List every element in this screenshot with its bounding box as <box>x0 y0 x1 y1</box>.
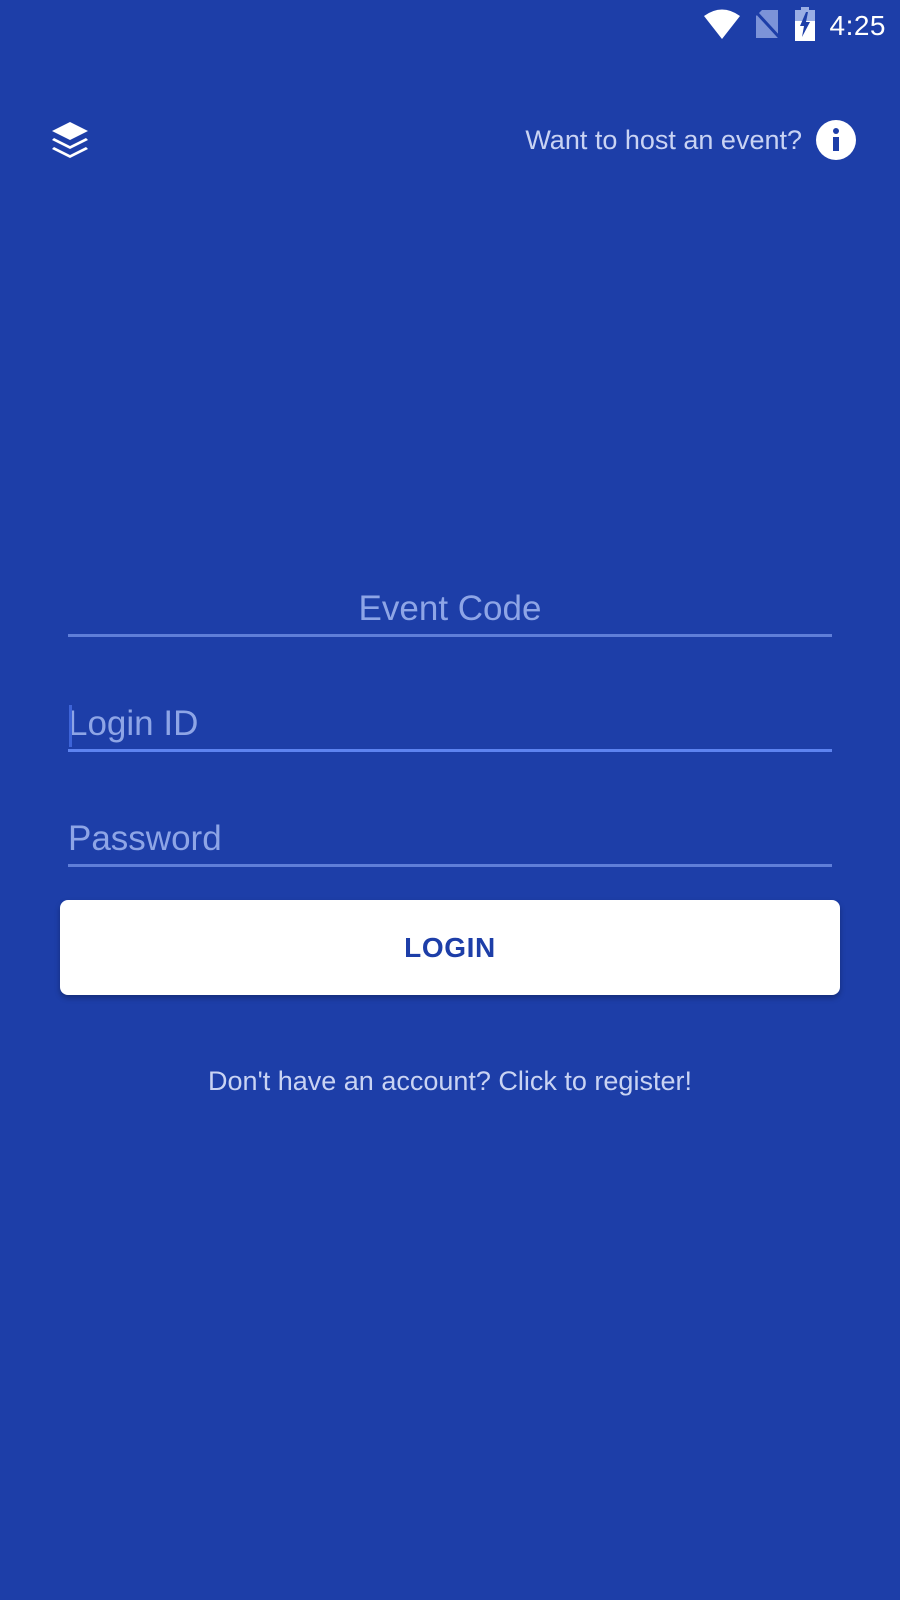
register-link[interactable]: Don't have an account? Click to register… <box>0 1066 900 1097</box>
login-id-input[interactable] <box>68 699 832 749</box>
layers-icon[interactable] <box>50 120 90 160</box>
password-input[interactable] <box>68 814 832 864</box>
login-id-field[interactable] <box>68 699 832 752</box>
text-cursor <box>69 705 72 747</box>
wifi-icon <box>703 9 740 44</box>
login-button[interactable]: LOGIN <box>60 900 840 995</box>
event-code-input[interactable] <box>68 584 832 634</box>
battery-charging-icon <box>794 6 816 46</box>
status-icons: 4:25 <box>703 6 887 46</box>
host-event-link[interactable]: Want to host an event? <box>525 118 856 162</box>
password-field[interactable] <box>68 814 832 867</box>
status-time: 4:25 <box>829 10 886 41</box>
status-bar: 4:25 <box>0 0 900 52</box>
info-icon[interactable] <box>816 120 856 160</box>
event-code-field[interactable] <box>68 584 832 637</box>
host-event-text[interactable]: Want to host an event? <box>525 125 802 156</box>
no-sim-icon <box>754 9 780 44</box>
